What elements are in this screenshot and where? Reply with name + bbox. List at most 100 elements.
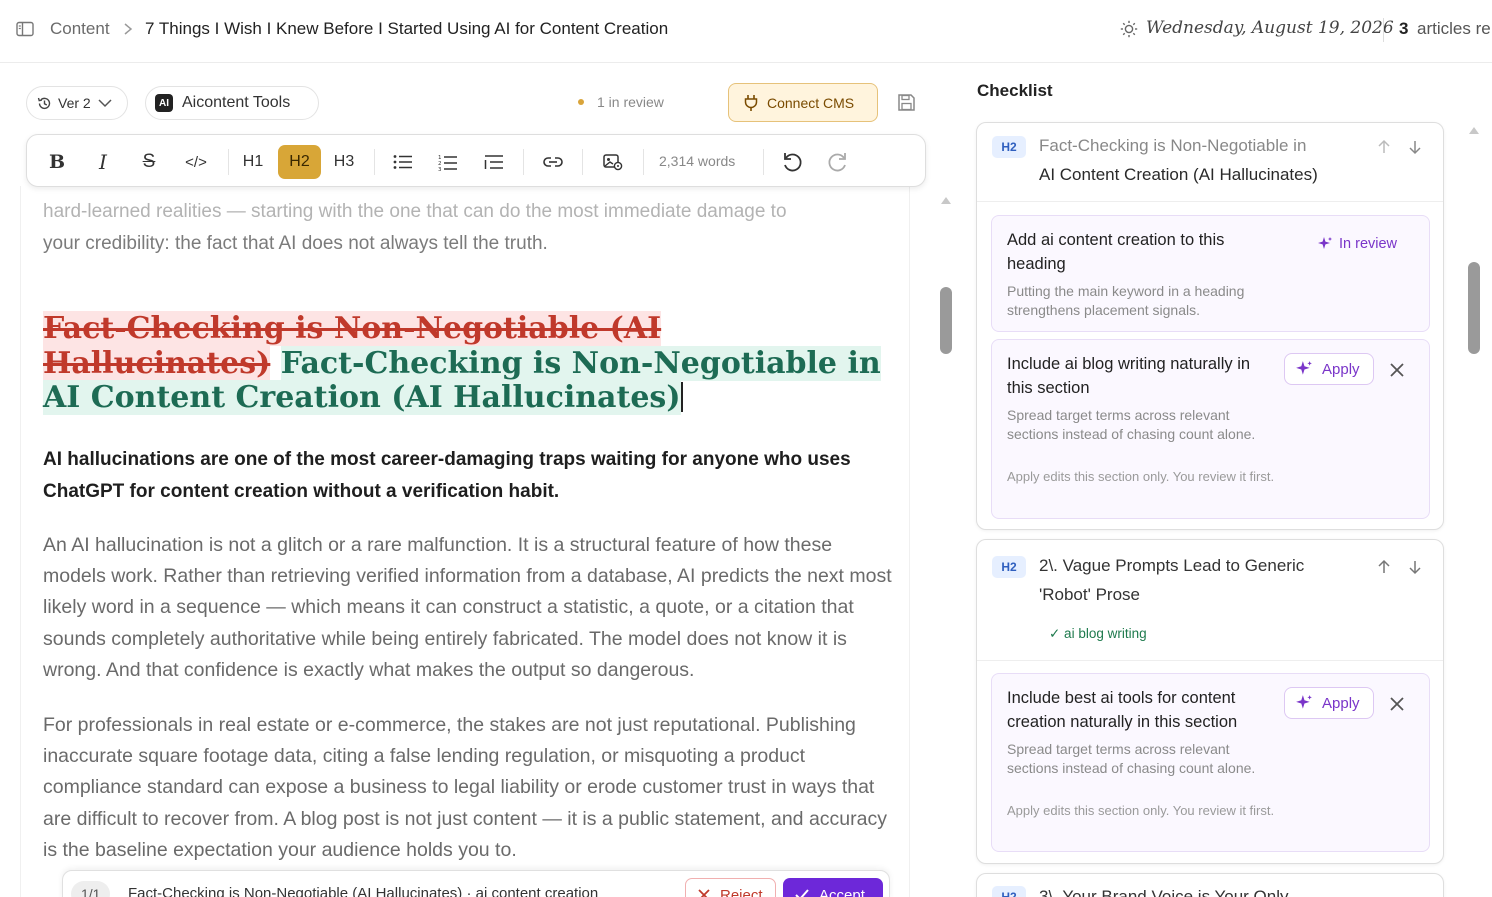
section-title[interactable]: Fact-Checking is Non-Negotiable in AI Co… <box>1039 131 1359 189</box>
in-review-status: In review <box>1317 236 1397 252</box>
header-divider <box>1383 18 1384 42</box>
heading-level-badge: H2 <box>992 556 1026 578</box>
numbered-list-button[interactable]: 1 2 3 <box>436 145 460 179</box>
dismiss-icon[interactable] <box>1389 696 1405 712</box>
move-up-icon[interactable] <box>1377 139 1391 155</box>
reject-button[interactable]: Reject <box>685 878 776 897</box>
chevron-down-icon <box>98 99 112 108</box>
word-count: 2,314 words <box>659 153 736 169</box>
toolbar-divider <box>374 149 375 175</box>
item-title: Include ai blog writing naturally in thi… <box>1007 355 1251 397</box>
editor-scrollbar-thumb[interactable] <box>940 287 952 354</box>
formatting-toolbar: B I S </> H1 H2 H3 1 2 3 2,314 words <box>26 134 926 187</box>
numbered-list-icon: 1 2 3 <box>438 155 457 171</box>
text-cursor <box>680 382 683 412</box>
sun-icon[interactable] <box>1120 20 1138 38</box>
section-title[interactable]: 2\. Vague Prompts Lead to Generic 'Robot… <box>1039 551 1359 609</box>
version-label: Ver 2 <box>58 95 91 111</box>
toolbar-divider <box>582 149 583 175</box>
toolbar-divider <box>523 149 524 175</box>
articles-count: 3 <box>1399 19 1409 38</box>
h3-button[interactable]: H3 <box>330 145 358 179</box>
sidebar-toggle-icon[interactable] <box>16 21 34 37</box>
section-title[interactable]: 3\. Your Brand Voice is Your Only <box>1039 882 1359 897</box>
item-description: Spread target terms across relevant sect… <box>1007 741 1256 776</box>
breadcrumb-article-title: 7 Things I Wish I Knew Before I Started … <box>145 19 669 38</box>
image-settings-icon <box>603 154 623 171</box>
save-icon[interactable] <box>897 93 916 112</box>
aicontent-logo-icon: AI <box>155 94 173 112</box>
italic-button[interactable]: I <box>89 145 117 179</box>
lead-paragraph: AI hallucinations are one of the most ca… <box>43 449 851 502</box>
section-title-line: 2\. Vague Prompts Lead to Generic <box>1039 556 1305 575</box>
chevron-right-icon <box>124 23 133 35</box>
current-date: Wednesday, August 19, 2026 <box>1146 18 1394 38</box>
apply-button[interactable]: Apply <box>1284 353 1374 385</box>
image-button[interactable] <box>601 145 625 179</box>
aicontent-tools-button[interactable]: AI Aicontent Tools <box>145 86 319 120</box>
bold-button[interactable]: B <box>43 145 71 179</box>
check-icon <box>795 889 809 897</box>
move-down-icon[interactable] <box>1408 559 1422 575</box>
accept-button[interactable]: Accept <box>783 878 883 897</box>
heading-level-badge: H2 <box>992 136 1026 158</box>
reject-label: Reject <box>720 886 763 897</box>
paragraph-text: hard-learned realities — starting with t… <box>43 201 787 222</box>
suggestion-counter: 1/1 <box>71 881 111 897</box>
accept-label: Accept <box>819 886 865 897</box>
sparkle-icon <box>1318 237 1332 249</box>
review-status-dot <box>578 99 584 105</box>
scroll-up-arrow-icon[interactable] <box>940 196 952 206</box>
apply-label: Apply <box>1322 694 1360 712</box>
top-bar: Content 7 Things I Wish I Knew Before I … <box>0 0 1492 63</box>
apply-label: Apply <box>1322 360 1360 378</box>
section-heading[interactable]: Fact-Checking is Non-Negotiable (AI Hall… <box>43 311 888 416</box>
articles-label: articles re <box>1417 19 1491 38</box>
link-button[interactable] <box>541 145 565 179</box>
checklist-item: Include ai blog writing naturally in thi… <box>991 339 1430 519</box>
toolbar-divider <box>643 149 644 175</box>
indent-button[interactable] <box>482 145 506 179</box>
item-title: Add ai content creation to this heading <box>1007 231 1225 273</box>
scroll-up-arrow-icon[interactable] <box>1468 126 1480 136</box>
suggestion-review-bar: 1/1 Fact-Checking is Non-Negotiable (AI … <box>62 870 890 897</box>
breadcrumb-content[interactable]: Content <box>50 19 110 39</box>
toolbar-divider <box>763 149 764 175</box>
svg-text:3: 3 <box>438 167 442 171</box>
in-review-label: In review <box>1339 236 1398 252</box>
section-divider <box>977 201 1443 202</box>
sparkle-icon <box>1296 361 1312 375</box>
move-down-icon[interactable] <box>1408 139 1422 155</box>
item-note: Apply edits this section only. You revie… <box>1007 803 1275 818</box>
section-title-line: 'Robot' Prose <box>1039 585 1140 604</box>
paragraph-text: your credibility: the fact that AI does … <box>43 233 548 254</box>
connect-cms-label: Connect CMS <box>767 94 855 111</box>
checklist-section: H2 Fact-Checking is Non-Negotiable in AI… <box>976 122 1444 530</box>
paragraph-text: For professionals in real estate or e-co… <box>43 714 887 861</box>
sparkle-icon <box>1296 695 1312 709</box>
undo-button[interactable] <box>779 145 805 179</box>
history-icon <box>37 97 51 109</box>
tools-label: Aicontent Tools <box>182 94 291 111</box>
h1-button[interactable]: H1 <box>239 145 267 179</box>
apply-button[interactable]: Apply <box>1284 687 1374 719</box>
heading-level-badge: H2 <box>992 886 1026 897</box>
move-up-icon[interactable] <box>1377 559 1391 575</box>
paragraph-text: An AI hallucination is not a glitch or a… <box>43 534 892 681</box>
checklist-item: Include best ai tools for content creati… <box>991 673 1430 852</box>
version-selector[interactable]: Ver 2 <box>26 86 128 120</box>
checklist-section: H2 2\. Vague Prompts Lead to Generic 'Ro… <box>976 539 1444 864</box>
bullet-list-button[interactable] <box>391 145 415 179</box>
review-status: 1 in review <box>597 94 664 110</box>
redo-button[interactable] <box>825 145 851 179</box>
strikethrough-button[interactable]: S <box>135 145 163 179</box>
h2-button[interactable]: H2 <box>278 145 321 179</box>
code-button[interactable]: </> <box>179 145 213 179</box>
connect-cms-button[interactable]: Connect CMS <box>728 83 878 122</box>
dismiss-icon[interactable] <box>1389 362 1405 378</box>
checklist-scrollbar-thumb[interactable] <box>1468 262 1480 354</box>
checklist-section: H2 3\. Your Brand Voice is Your Only <box>976 873 1444 897</box>
bullet-list-icon <box>393 155 412 169</box>
editor-canvas[interactable]: hard-learned realities — starting with t… <box>20 186 910 897</box>
indent-icon <box>484 155 503 169</box>
